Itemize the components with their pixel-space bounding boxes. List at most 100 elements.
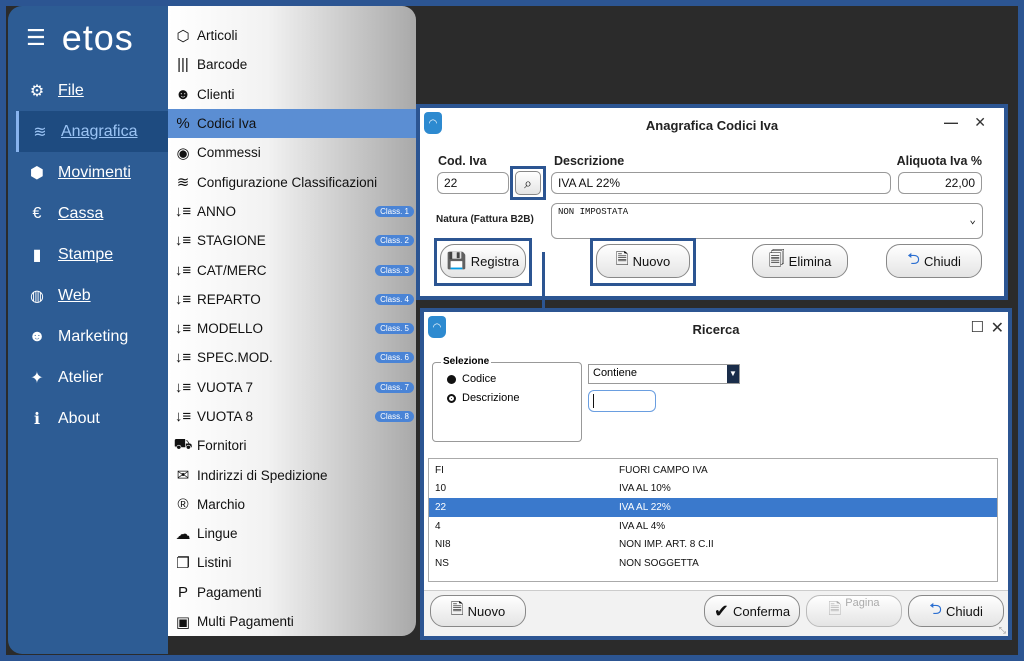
submenu-item-multi-pagamenti[interactable]: ▣ Multi Pagamenti [168,607,416,636]
submenu-item-label: ANNO [197,203,237,219]
resize-grip-icon[interactable]: ⤡ [999,625,1006,636]
maximize-icon[interactable]: ☐ [971,318,984,336]
table-row[interactable]: 4 IVA AL 4% [429,517,997,536]
submenu-item-vuota-7[interactable]: ↓≡ VUOTA 7 Class. 7 [168,373,416,402]
radio-codice[interactable]: Codice [447,373,496,385]
nuovo-button[interactable]: 🗎 Nuovo [596,244,690,278]
row-code: 22 [435,501,447,513]
submenu-item-codici-iva[interactable]: % Codici Iva [168,108,416,139]
submenu-item-label: Clienti [197,86,235,102]
new-document-icon: 🗎 [450,600,464,618]
submenu-item-icon: ⬡ [176,27,190,45]
submenu-item-marchio[interactable]: ® Marchio [168,490,416,519]
submenu-item-commessi[interactable]: ◉ Commessi [168,138,416,167]
submenu-item-listini[interactable]: ❐ Listini [168,548,416,577]
submenu-item-spec-mod-[interactable]: ↓≡ SPEC.MOD. Class. 6 [168,343,416,372]
ricerca-chiudi-button[interactable]: ⮌ Chiudi [908,595,1004,627]
submenu-item-label: Indirizzi di Spedizione [197,467,328,483]
nav-item-atelier[interactable]: ✦ Atelier [8,357,168,398]
nav-stampe-icon: ▮ [32,246,42,264]
submenu-item-label: SPEC.MOD. [197,350,273,366]
nav-item-movimenti[interactable]: ⬢ Movimenti [8,152,168,193]
aliquota-input[interactable]: 22,00 [898,172,982,194]
nav-item-anagrafica[interactable]: ≋ Anagrafica [16,111,168,152]
submenu-item-icon: ↓≡ [174,378,192,396]
selezione-label: Selezione [441,356,492,367]
submenu-item-configurazione-classificazioni[interactable]: ≋ Configurazione Classificazioni [168,167,416,196]
check-icon: ✔ [713,600,729,621]
anagrafica-title: Anagrafica Codici Iva [645,117,779,133]
submenu-item-icon: ⛟ [173,436,193,454]
submenu-item-label: Codici Iva [197,116,257,132]
hamburger-icon[interactable]: ☰ [26,25,46,51]
table-row[interactable]: FI FUORI CAMPO IVA [429,461,997,480]
submenu-item-pagamenti[interactable]: P Pagamenti [168,578,416,607]
nav-item-file[interactable]: ⚙ File [8,70,168,111]
nav-item-marketing[interactable]: ☻ Marketing [8,316,168,357]
submenu-item-label: Configurazione Classificazioni [197,174,378,190]
submenu-item-modello[interactable]: ↓≡ MODELLO Class. 5 [168,314,416,343]
search-button[interactable]: ⌕ [515,171,541,195]
submenu-item-stagione[interactable]: ↓≡ STAGIONE Class. 2 [168,226,416,255]
cod-iva-input[interactable]: 22 [437,172,509,194]
elimina-label: Elimina [788,253,832,269]
submenu-item-label: Listini [197,555,232,571]
pagina-label: Pagina [845,597,880,609]
submenu-item-label: Fornitori [197,438,247,454]
next-page-icon: 🗎 [828,600,842,618]
nav-item-label: Cassa [58,204,104,222]
minimize-icon[interactable]: — [944,114,958,130]
submenu-item-reparto[interactable]: ↓≡ REPARTO Class. 4 [168,285,416,314]
ricerca-window: ◠ Ricerca ☐ ✕ Selezione Codice Descrizio… [420,308,1012,640]
submenu-item-articoli[interactable]: ⬡ Articoli [168,21,416,50]
filter-select[interactable]: Contiene ▼ [588,364,740,384]
registra-button[interactable]: 💾 Registra [440,244,526,278]
submenu-item-icon: ||| [177,56,189,74]
nav-item-cassa[interactable]: € Cassa [8,193,168,234]
table-row[interactable]: 10 IVA AL 10% [429,480,997,499]
table-row[interactable]: NI8 NON IMP. ART. 8 C.II [429,535,997,554]
submenu-item-label: VUOTA 8 [197,409,254,424]
nav-item-about[interactable]: ℹ About [8,398,168,439]
submenu-item-barcode[interactable]: ||| Barcode [168,50,416,79]
natura-select[interactable]: NON IMPOSTATA ⌄ [551,203,983,239]
close-icon[interactable]: ✕ [991,318,1004,338]
nav-movimenti-icon: ⬢ [30,164,44,182]
nav-item-label: File [58,81,84,99]
nav-item-label: About [58,409,100,427]
search-text-input[interactable] [588,390,656,412]
radio-descrizione[interactable]: Descrizione [447,392,519,404]
submenu-item-icon: ❐ [176,554,190,572]
table-row[interactable]: NS NON SOGGETTA [429,554,997,573]
submenu-item-icon: ↓≡ [174,320,192,338]
ricerca-nuovo-button[interactable]: 🗎 Nuovo [430,595,526,627]
submenu-item-icon: ↓≡ [174,290,192,308]
ricerca-title-bar: ◠ Ricerca ☐ ✕ [424,312,1008,346]
close-icon[interactable]: ✕ [974,114,986,131]
submenu-item-indirizzi-di-spedizione[interactable]: ✉ Indirizzi di Spedizione [168,460,416,489]
submenu-item-cat-merc[interactable]: ↓≡ CAT/MERC Class. 3 [168,255,416,284]
chevron-down-icon: ⌄ [969,215,976,227]
ricerca-chiudi-label: Chiudi [945,603,983,619]
elimina-button[interactable]: 🗐 Elimina [752,244,848,278]
chiudi-button[interactable]: ⮌ Chiudi [886,244,982,278]
nav-item-stampe[interactable]: ▮ Stampe [8,234,168,275]
submenu-item-icon: ↓≡ [174,202,192,220]
submenu-item-anno[interactable]: ↓≡ ANNO Class. 1 [168,197,416,226]
submenu-item-vuota-8[interactable]: ↓≡ VUOTA 8 Class. 8 [168,402,416,431]
submenu-item-icon: ✉ [176,467,190,485]
submenu-item-lingue[interactable]: ☁ Lingue [168,519,416,548]
back-arrow-icon: ⮌ [929,600,942,618]
descrizione-input[interactable]: IVA AL 22% [551,172,891,194]
conferma-button[interactable]: ✔ Conferma [704,595,800,627]
anagrafica-window: ◠ Anagrafica Codici Iva — ✕ Cod. Iva Des… [416,104,1008,300]
pagina-button[interactable]: 🗎 Pagina [806,595,902,627]
codice-label: Codice [462,373,497,385]
submenu-item-icon: P [177,583,188,601]
class-badge: Class. 4 [375,293,414,305]
submenu-item-clienti[interactable]: ☻ Clienti [168,80,416,109]
nav-item-web[interactable]: ◍ Web [8,275,168,316]
submenu-item-fornitori[interactable]: ⛟ Fornitori [168,431,416,460]
nav-about-icon: ℹ [33,410,41,428]
table-row[interactable]: 22 IVA AL 22% [429,498,997,517]
